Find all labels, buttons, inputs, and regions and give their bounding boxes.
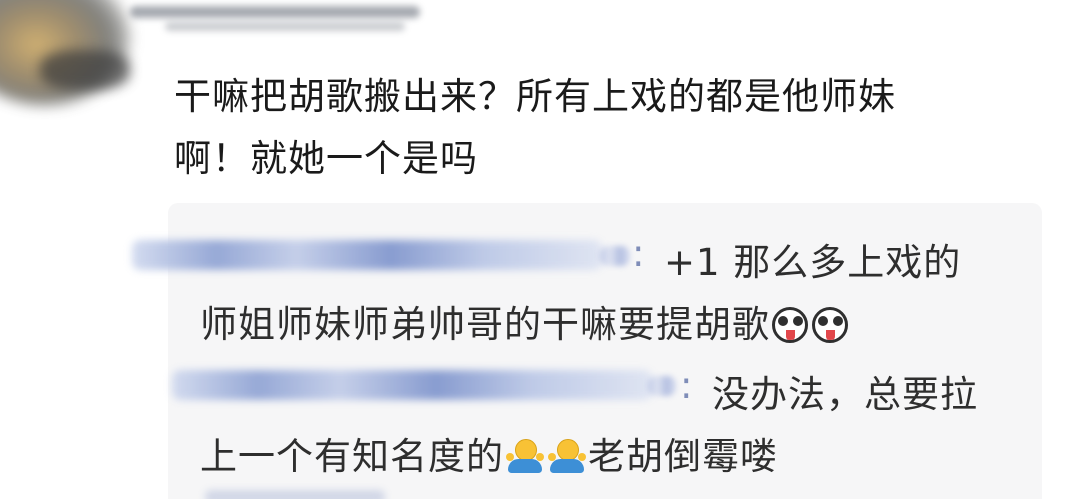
reply-2-line-2-text-a: 上一个有知名度的 [200, 435, 504, 478]
shrug-icon [506, 439, 544, 475]
reply-2-blurred-username-tail [648, 376, 676, 396]
blurred-username-subline [165, 22, 405, 31]
reply-1-line-1: +1 那么多上戏的 [664, 241, 962, 284]
shrug-icon [548, 439, 586, 475]
reply-1-blurred-username-tail [600, 246, 630, 266]
husky-face-icon [772, 307, 808, 343]
next-reply-blurred [205, 490, 385, 499]
comment-body: 干嘛把胡歌搬出来？所有上戏的都是他师妹 啊！就她一个是吗 [174, 66, 1054, 190]
reply-1-blurred-username[interactable] [132, 240, 602, 270]
comment-screenshot: 干嘛把胡歌搬出来？所有上戏的都是他师妹 啊！就她一个是吗 : +1 那么多上戏的… [0, 0, 1080, 499]
reply-1-separator: : [632, 232, 645, 275]
reply-1-line-2: 师姐师妹师弟帅哥的干嘛要提胡歌 [200, 294, 850, 348]
reply-2-line-2: 上一个有知名度的 老胡倒霉喽 [200, 426, 778, 480]
reply-2-line-1: 没办法，总要拉 [712, 373, 978, 416]
reply-1-line-2-text: 师姐师妹师弟帅哥的干嘛要提胡歌 [200, 303, 770, 346]
husky-face-icon [812, 307, 848, 343]
comment-line-2: 啊！就她一个是吗 [174, 137, 478, 180]
avatar-shadow [40, 50, 130, 90]
reply-2-separator: : [680, 364, 693, 407]
reply-2-blurred-username[interactable] [172, 370, 652, 400]
comment-line-1: 干嘛把胡歌搬出来？所有上戏的都是他师妹 [174, 75, 896, 118]
blurred-username[interactable] [130, 6, 420, 18]
reply-2-line-2-text-b: 老胡倒霉喽 [588, 435, 778, 478]
